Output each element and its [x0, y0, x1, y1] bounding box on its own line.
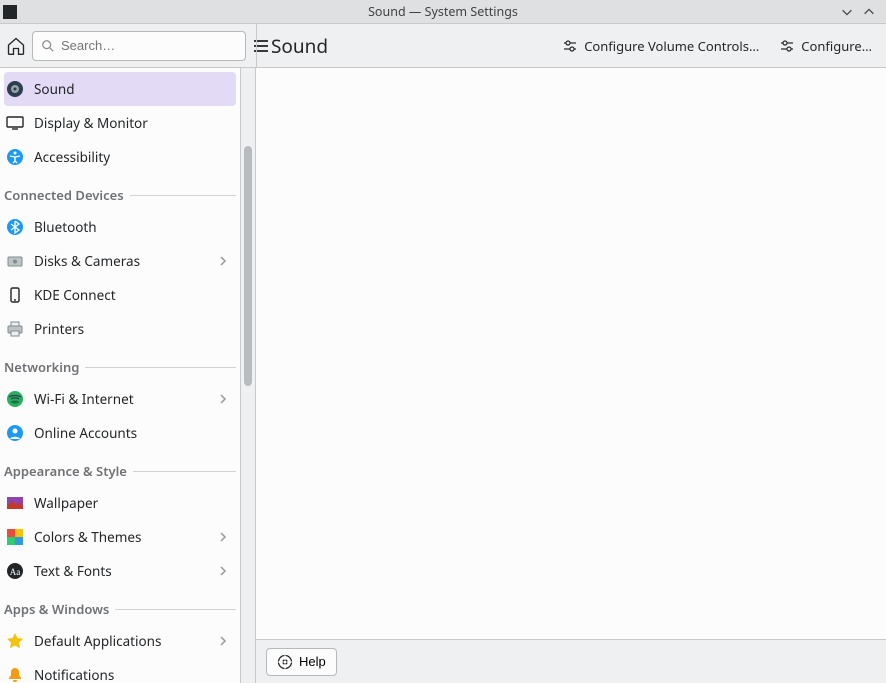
sidebar-group-title: Connected Devices: [4, 186, 124, 204]
sidebar-item-label: Display & Monitor: [34, 114, 228, 132]
app-icon: [3, 5, 17, 19]
sidebar-item-label: Default Applications: [34, 632, 208, 650]
toolbar: Sound Configure Volume Controls… Configu…: [0, 24, 886, 68]
configure-volume-controls-button[interactable]: Configure Volume Controls…: [562, 37, 759, 55]
sidebar-item-wifi[interactable]: Wi-Fi & Internet: [4, 382, 236, 416]
sidebar-group-connected-devices: Connected Devices: [4, 174, 236, 210]
sidebar-item-label: Wallpaper: [34, 494, 228, 512]
wallpaper-icon: [6, 494, 24, 512]
configure-volume-label: Configure Volume Controls…: [584, 37, 759, 55]
chevron-right-icon: [218, 566, 228, 576]
sidebar-group-appearance: Appearance & Style: [4, 450, 236, 486]
sidebar-group-title: Networking: [4, 358, 79, 376]
sidebar-item-label: Bluetooth: [34, 218, 228, 236]
help-icon: [277, 654, 293, 670]
disks-icon: [6, 252, 24, 270]
sidebar-item-label: Text & Fonts: [34, 562, 208, 580]
sidebar-item-online-accounts[interactable]: Online Accounts: [4, 416, 236, 450]
sound-icon: [6, 80, 24, 98]
sidebar-group-networking: Networking: [4, 346, 236, 382]
printers-icon: [6, 320, 24, 338]
wifi-icon: [6, 390, 24, 408]
content-body: [256, 68, 886, 639]
sidebar-group-title: Appearance & Style: [4, 462, 127, 480]
window-title: Sound — System Settings: [368, 3, 518, 20]
sidebar-scrollbar[interactable]: [240, 68, 256, 683]
sidebar-item-notifications[interactable]: Notifications: [4, 658, 236, 683]
page-title: Sound: [271, 33, 328, 59]
sidebar-item-text-fonts[interactable]: Aa Text & Fonts: [4, 554, 236, 588]
display-icon: [6, 114, 24, 132]
help-label: Help: [299, 654, 326, 669]
sliders-icon: [562, 38, 578, 54]
chevron-right-icon: [218, 394, 228, 404]
search-box[interactable]: [32, 31, 246, 61]
home-button[interactable]: [6, 35, 26, 57]
colors-icon: [6, 528, 24, 546]
window-minimize-button[interactable]: [840, 5, 854, 19]
sidebar-item-accessibility[interactable]: Accessibility: [4, 140, 236, 174]
search-input[interactable]: [61, 38, 237, 53]
titlebar: Sound — System Settings: [0, 0, 886, 24]
window-maximize-button[interactable]: [862, 5, 876, 19]
online-accounts-icon: [6, 424, 24, 442]
sidebar-item-label: Accessibility: [34, 148, 228, 166]
sidebar-item-default-apps[interactable]: Default Applications: [4, 624, 236, 658]
sidebar-item-label: Disks & Cameras: [34, 252, 208, 270]
group-divider: [130, 195, 236, 196]
help-button[interactable]: Help: [266, 648, 337, 676]
default-apps-icon: [6, 632, 24, 650]
sliders-icon: [779, 38, 795, 54]
content-footer: Help: [256, 639, 886, 683]
chevron-right-icon: [218, 256, 228, 266]
sidebar-item-kde-connect[interactable]: KDE Connect: [4, 278, 236, 312]
sidebar-item-label: Wi-Fi & Internet: [34, 390, 208, 408]
sidebar-group-apps-windows: Apps & Windows: [4, 588, 236, 624]
sidebar-item-label: Printers: [34, 320, 228, 338]
group-divider: [85, 367, 236, 368]
content-area: Help: [256, 68, 886, 683]
sidebar-item-sound[interactable]: Sound: [4, 72, 236, 106]
sidebar-item-disks-cameras[interactable]: Disks & Cameras: [4, 244, 236, 278]
sidebar-item-wallpaper[interactable]: Wallpaper: [4, 486, 236, 520]
sidebar-item-printers[interactable]: Printers: [4, 312, 236, 346]
sidebar-item-label: Colors & Themes: [34, 528, 208, 546]
fonts-icon: Aa: [6, 562, 24, 580]
notifications-icon: [6, 666, 24, 683]
chevron-right-icon: [218, 532, 228, 542]
configure-label: Configure…: [801, 37, 872, 55]
kdeconnect-icon: [6, 286, 24, 304]
scrollbar-thumb[interactable]: [244, 146, 252, 386]
chevron-right-icon: [218, 636, 228, 646]
sidebar-item-colors-themes[interactable]: Colors & Themes: [4, 520, 236, 554]
sidebar-group-title: Apps & Windows: [4, 600, 109, 618]
sidebar: Sound Display & Monitor Accessibility Co…: [0, 68, 240, 683]
sidebar-item-label: KDE Connect: [34, 286, 228, 304]
sidebar-item-display[interactable]: Display & Monitor: [4, 106, 236, 140]
group-divider: [133, 471, 236, 472]
sidebar-item-label: Sound: [34, 80, 228, 98]
group-divider: [115, 609, 236, 610]
sidebar-item-label: Online Accounts: [34, 424, 228, 442]
sidebar-item-bluetooth[interactable]: Bluetooth: [4, 210, 236, 244]
accessibility-icon: [6, 148, 24, 166]
configure-button[interactable]: Configure…: [779, 37, 872, 55]
bluetooth-icon: [6, 218, 24, 236]
svg-text:Aa: Aa: [10, 567, 21, 577]
search-icon: [41, 39, 55, 53]
sidebar-item-label: Notifications: [34, 666, 228, 683]
